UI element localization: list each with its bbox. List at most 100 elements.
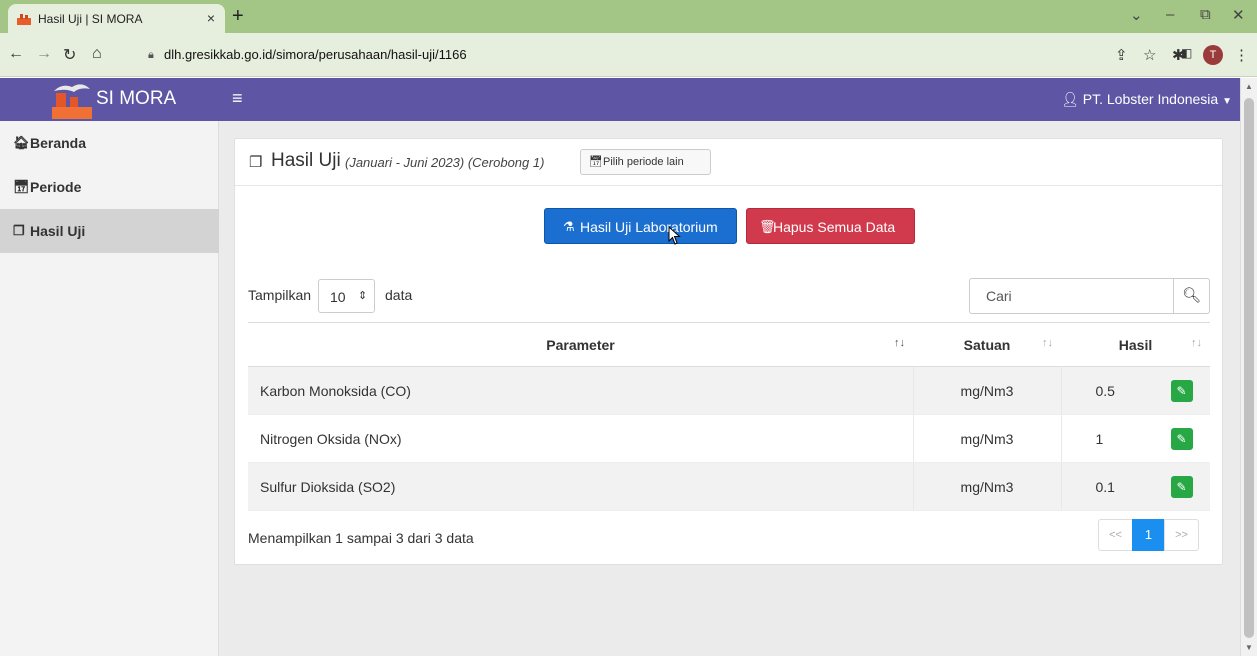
cell-parameter: Karbon Monoksida (CO)	[248, 366, 914, 415]
edit-icon[interactable]: ✎	[1170, 380, 1193, 402]
column-header-satuan[interactable]: Satuan ↑↓	[913, 322, 1061, 367]
app-header: SI MORA ≡ 👤︎ PT. Lobster Indonesia ▼	[0, 78, 1240, 121]
sort-icon: ↑↓	[1191, 337, 1202, 349]
sidebar: 🏠︎ Beranda 📅︎ Periode ❐ Hasil Uji	[0, 121, 219, 656]
result-value: 1	[1095, 431, 1104, 447]
minimize-icon[interactable]: –	[1166, 6, 1174, 23]
page-length-value: 10	[330, 289, 346, 305]
sidebar-item-label: Hasil Uji	[30, 223, 86, 239]
sidebar-item-label: Beranda	[30, 135, 87, 151]
bookmark-star-icon[interactable]: ☆	[1143, 46, 1156, 64]
edit-icon[interactable]: ✎	[1170, 428, 1193, 450]
cell-parameter: Nitrogen Oksida (NOx)	[248, 414, 914, 463]
scroll-up-icon[interactable]: ▲	[1245, 82, 1253, 91]
address-bar: ← → ↻ ⌂ 🔒︎ dlh.gresikkab.go.id/simora/pe…	[0, 33, 1257, 77]
home-icon: 🏠︎	[13, 135, 30, 150]
cell-parameter: Sulfur Dioksida (SO2)	[248, 462, 914, 511]
table-row: Sulfur Dioksida (SO2) mg/Nm3 0.1 ✎	[248, 462, 1210, 511]
browser-tab-bar: Hasil Uji | SI MORA × + ⌄ – ⧉ ✕	[0, 0, 1257, 33]
cell-satuan: mg/Nm3	[913, 462, 1062, 511]
mouse-cursor-icon	[668, 226, 681, 245]
lock-icon[interactable]: 🔒︎	[148, 49, 154, 62]
lab-results-label: Hasil Uji Laboratorium	[580, 219, 718, 235]
page-scrollbar[interactable]: ▲ ▼	[1240, 78, 1257, 656]
sidebar-panel-icon[interactable]: ◧	[1181, 46, 1192, 60]
search-group: 🔍︎	[969, 278, 1210, 314]
calendar-icon: 📅︎	[13, 179, 30, 194]
period-subtitle: (Januari - Juni 2023) (Cerobong 1)	[345, 155, 545, 170]
sort-icon: ↑↓	[1042, 337, 1053, 349]
column-label: Hasil	[1118, 336, 1153, 353]
omnibox[interactable]: 🔒︎ dlh.gresikkab.go.id/simora/perusahaan…	[145, 39, 1145, 71]
menu-toggle-icon[interactable]: ≡	[232, 88, 243, 109]
scrollbar-thumb[interactable]	[1244, 98, 1254, 638]
cell-hasil: 1 ✎	[1061, 414, 1210, 463]
result-value: 0.1	[1095, 479, 1115, 495]
cell-satuan: mg/Nm3	[913, 366, 1062, 415]
user-menu[interactable]: 👤︎ PT. Lobster Indonesia ▼	[1061, 91, 1232, 108]
edit-icon[interactable]: ✎	[1170, 476, 1193, 498]
result-value: 0.5	[1095, 383, 1115, 399]
delete-all-button[interactable]: 🗑︎ Hapus Semua Data	[746, 208, 915, 244]
browser-menu-icon[interactable]: ⋮	[1234, 46, 1249, 64]
search-input[interactable]	[970, 279, 1173, 313]
brand-name: SI MORA	[96, 88, 177, 109]
back-icon[interactable]: ←	[8, 45, 24, 63]
new-tab-button[interactable]: +	[232, 5, 244, 28]
column-header-parameter[interactable]: Parameter ↑↓	[248, 322, 913, 367]
sidebar-item-periode[interactable]: 📅︎ Periode	[0, 165, 219, 209]
pagination-previous[interactable]: <<	[1098, 519, 1133, 551]
select-arrows-icon: ⇕	[358, 290, 368, 302]
reload-icon[interactable]: ↻	[63, 45, 76, 65]
copy-icon: ❐	[13, 223, 25, 238]
change-period-button[interactable]: 📅︎ Pilih periode lain	[580, 149, 711, 175]
change-period-label: Pilih periode lain	[603, 156, 684, 168]
tab-search-icon[interactable]: ⌄	[1130, 6, 1143, 24]
sidebar-item-beranda[interactable]: 🏠︎ Beranda	[0, 121, 219, 165]
cell-satuan: mg/Nm3	[913, 414, 1062, 463]
table-header-row: Parameter ↑↓ Satuan ↑↓ Hasil ↑↓	[248, 322, 1210, 367]
lab-results-button[interactable]: ⚗︎ Hasil Uji Laboratorium	[544, 208, 737, 244]
column-label: Satuan	[963, 336, 1011, 353]
simora-favicon-icon	[17, 14, 31, 25]
results-table: Parameter ↑↓ Satuan ↑↓ Hasil ↑↓ Karbon M…	[248, 322, 1210, 511]
pagination-next[interactable]: >>	[1164, 519, 1199, 551]
results-panel: ❐ Hasil Uji (Januari - Juni 2023) (Cerob…	[234, 138, 1223, 565]
scroll-down-icon[interactable]: ▼	[1245, 643, 1253, 652]
factory-logo-icon	[52, 84, 92, 119]
length-suffix: data	[385, 287, 413, 303]
tab-title: Hasil Uji | SI MORA	[38, 12, 143, 26]
page-length-select[interactable]: 10 ⇕	[318, 279, 375, 313]
main-content: ❐ Hasil Uji (Januari - Juni 2023) (Cerob…	[219, 121, 1240, 656]
forward-icon[interactable]: →	[36, 45, 52, 63]
browser-tab[interactable]: Hasil Uji | SI MORA ×	[8, 4, 225, 33]
search-icon[interactable]: 🔍︎	[1173, 279, 1209, 313]
close-window-icon[interactable]: ✕	[1232, 6, 1245, 24]
share-icon[interactable]: ⇪	[1115, 46, 1128, 64]
profile-avatar[interactable]: T	[1203, 45, 1223, 65]
pagination-page-current[interactable]: 1	[1132, 519, 1165, 551]
page-title: Hasil Uji	[271, 150, 341, 171]
column-header-hasil[interactable]: Hasil ↑↓	[1061, 322, 1210, 367]
panel-header: ❐ Hasil Uji (Januari - Juni 2023) (Cerob…	[235, 139, 1222, 186]
home-icon[interactable]: ⌂	[92, 45, 102, 63]
delete-all-label: Hapus Semua Data	[773, 219, 896, 235]
calendar-icon: 📅︎	[589, 156, 603, 168]
table-row: Nitrogen Oksida (NOx) mg/Nm3 1 ✎	[248, 414, 1210, 463]
copy-icon: ❐	[249, 154, 263, 171]
sidebar-item-hasil-uji[interactable]: ❐ Hasil Uji	[0, 209, 219, 253]
flask-icon: ⚗︎	[563, 219, 575, 234]
url-text[interactable]: dlh.gresikkab.go.id/simora/perusahaan/ha…	[164, 47, 467, 62]
user-name: PT. Lobster Indonesia	[1082, 91, 1219, 107]
table-info: Menampilkan 1 sampai 3 dari 3 data	[248, 530, 474, 546]
sort-asc-icon: ↑↓	[894, 337, 905, 349]
table-row: Karbon Monoksida (CO) mg/Nm3 0.5 ✎	[248, 366, 1210, 415]
restore-icon[interactable]: ⧉	[1200, 6, 1211, 23]
sidebar-item-label: Periode	[30, 179, 82, 195]
column-label: Parameter	[546, 336, 615, 353]
tab-close-icon[interactable]: ×	[207, 10, 215, 26]
cell-hasil: 0.1 ✎	[1061, 462, 1210, 511]
length-prefix: Tampilkan	[248, 287, 312, 303]
cell-hasil: 0.5 ✎	[1061, 366, 1210, 415]
user-icon: 👤︎	[1061, 91, 1079, 107]
